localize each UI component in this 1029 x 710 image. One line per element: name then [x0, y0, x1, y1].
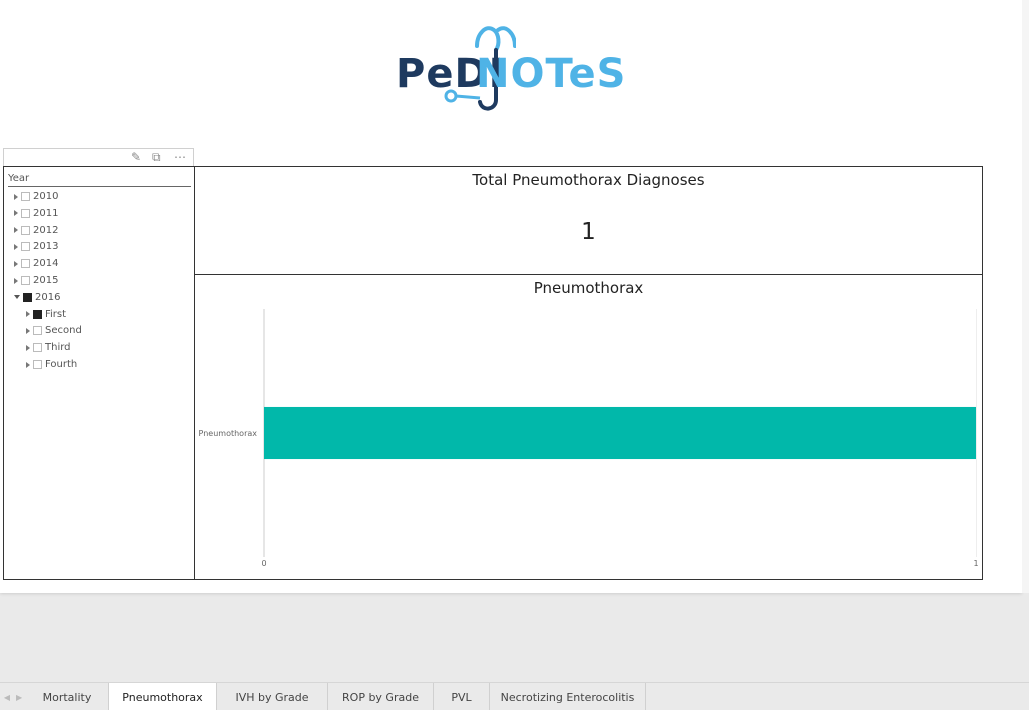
chevron-right-icon[interactable] — [26, 311, 30, 318]
tab-pvl[interactable]: PVL — [434, 683, 490, 710]
slicer-checkbox[interactable] — [33, 309, 42, 319]
slicer-toolbar: ✎ ⧉ ⋯ — [3, 148, 194, 166]
slicer-item-2015[interactable]: 2015 — [14, 273, 58, 288]
slicer-checkbox[interactable] — [33, 360, 42, 369]
slicer-item-label: 2013 — [33, 241, 59, 253]
slicer-checkbox[interactable] — [21, 259, 30, 269]
chevron-right-icon[interactable] — [14, 260, 18, 267]
card-value: 1 — [581, 219, 596, 245]
slicer-item-fourth[interactable]: Fourth — [26, 357, 77, 372]
report-canvas: PeDI NOTeS ✎ ⧉ ⋯ Year 2010 2011 2012 2013 20… — [0, 0, 1022, 593]
logo-text-light: NOTeS — [476, 51, 627, 97]
chevron-right-icon[interactable] — [14, 243, 18, 250]
slicer-item-2010[interactable]: 2010 — [14, 189, 58, 204]
chevron-down-icon[interactable] — [14, 295, 20, 300]
slicer-item-2012[interactable]: 2012 — [14, 223, 58, 238]
tab-necrotizing-enterocolitis[interactable]: Necrotizing Enterocolitis — [490, 683, 646, 710]
chevron-right-icon[interactable] — [14, 193, 18, 200]
tab-rop-by-grade[interactable]: ROP by Grade — [328, 683, 434, 710]
slicer-header: Year — [8, 173, 191, 187]
slicer-item-2014[interactable]: 2014 — [14, 256, 58, 271]
category-label: Pneumothorax — [199, 429, 258, 438]
focus-mode-icon[interactable]: ⧉ — [152, 150, 161, 164]
slicer-item-third[interactable]: Third — [26, 340, 71, 355]
slicer-item-2013[interactable]: 2013 — [14, 239, 58, 254]
slicer-item-label: First — [45, 308, 67, 320]
chevron-right-icon[interactable] — [26, 361, 30, 368]
slicer-item-label: 2012 — [33, 224, 59, 236]
chevron-right-icon[interactable] — [26, 327, 30, 334]
vertical-scrollbar[interactable] — [1022, 0, 1029, 593]
chevron-left-icon[interactable]: ◀ — [4, 693, 10, 702]
tab-mortality[interactable]: Mortality — [26, 683, 109, 710]
x-tick-label: 1 — [973, 559, 978, 568]
slicer-checkbox[interactable] — [21, 225, 30, 235]
slicer-item-label: Fourth — [45, 359, 78, 370]
bar-pneumothorax[interactable] — [264, 406, 976, 460]
slicer-item-first[interactable]: First — [26, 307, 66, 322]
pin-icon[interactable]: ✎ — [131, 150, 141, 164]
slicer-checkbox[interactable] — [21, 276, 30, 285]
slicer-checkbox[interactable] — [21, 192, 30, 201]
slicer-item-2011[interactable]: 2011 — [14, 206, 58, 221]
chart-plot: Pneumothorax 0 1 — [199, 309, 979, 568]
year-slicer: Year 2010 2011 2012 2013 2014 2015 2016 First Se… — [3, 166, 195, 580]
tab-pneumothorax[interactable]: Pneumothorax — [109, 683, 217, 710]
slicer-item-label: 2014 — [33, 258, 59, 270]
tab-nav-arrows[interactable]: ◀ ▶ — [0, 683, 26, 710]
chevron-right-icon[interactable] — [14, 210, 18, 217]
chevron-right-icon[interactable]: ▶ — [16, 693, 22, 702]
page-tab-bar: ◀ ▶ Mortality Pneumothorax IVH by Grade ROP… — [0, 682, 1029, 710]
slicer-item-label: Second — [45, 325, 82, 337]
slicer-item-label: 2011 — [33, 207, 59, 219]
slicer-checkbox[interactable] — [33, 343, 42, 353]
slicer-item-second[interactable]: Second — [26, 323, 82, 338]
slicer-checkbox[interactable] — [21, 242, 30, 252]
chevron-right-icon[interactable] — [14, 227, 18, 234]
slicer-item-label: 2010 — [33, 191, 59, 202]
slicer-item-2016[interactable]: 2016 — [14, 290, 60, 305]
pneumothorax-bar-chart: Pneumothorax Pneumothorax 0 1 — [194, 274, 983, 580]
slicer-checkbox[interactable] — [21, 208, 30, 218]
slicer-checkbox[interactable] — [23, 292, 32, 302]
tab-ivh-by-grade[interactable]: IVH by Grade — [217, 683, 328, 710]
slicer-item-label: 2015 — [33, 275, 59, 286]
more-options-icon[interactable]: ⋯ — [174, 150, 187, 164]
total-pneumothorax-card: Total Pneumothorax Diagnoses 1 — [194, 166, 983, 275]
x-tick-label: 0 — [261, 559, 266, 568]
pedinotes-logo: PeDI NOTeS — [396, 20, 636, 116]
slicer-item-label: 2016 — [35, 291, 61, 303]
slicer-item-label: Third — [45, 342, 71, 354]
slicer-checkbox[interactable] — [33, 326, 42, 336]
chevron-right-icon[interactable] — [26, 344, 30, 351]
card-title: Total Pneumothorax Diagnoses — [472, 171, 705, 189]
chevron-right-icon[interactable] — [14, 277, 18, 284]
